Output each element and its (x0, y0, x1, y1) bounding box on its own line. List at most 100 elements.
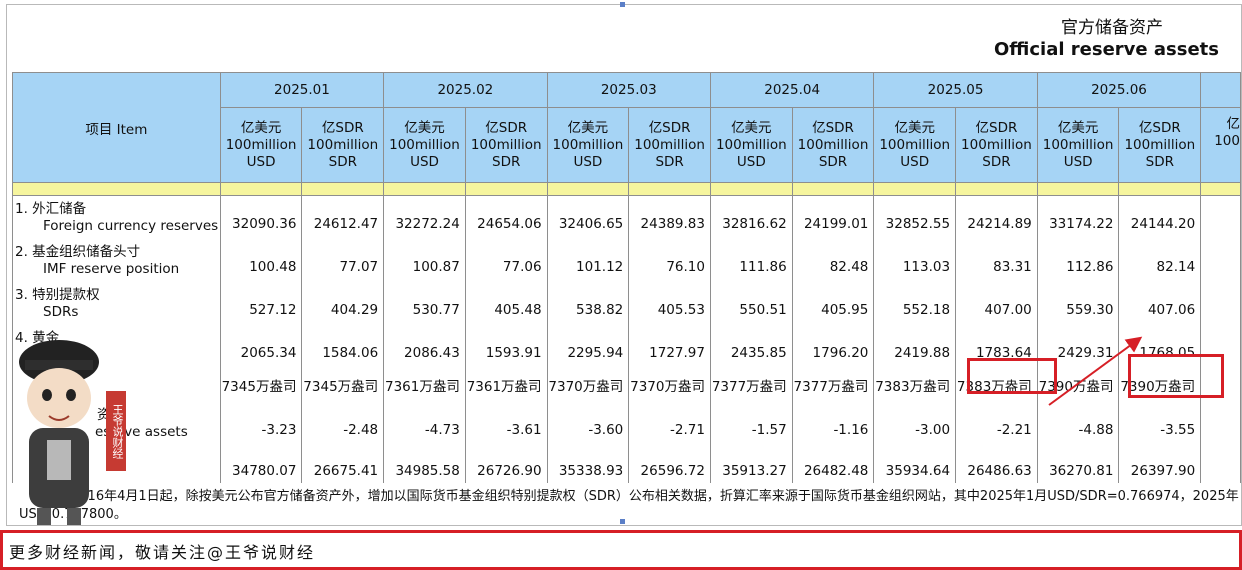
value-cell: 32090.36 (219, 195, 303, 239)
month-header-partial (1200, 72, 1241, 108)
value-cell: 407.00 (955, 281, 1038, 325)
band-cell (546, 182, 630, 196)
reserve-table: 项目 Item 2025.01 2025.02 2025.03 2025.04 2025.… (12, 72, 1241, 483)
month-header: 2025.03 (546, 72, 711, 108)
row-label-en: Foreign currency reserves (43, 218, 219, 234)
value-cell: 552.18 (873, 281, 957, 325)
band-cell (709, 182, 793, 196)
value-cell: 24612.47 (301, 195, 385, 239)
band-cell (1200, 182, 1241, 196)
month-header: 2025.01 (219, 72, 385, 108)
value-cell: 527.12 (219, 281, 303, 325)
value-cell: 82.14 (1118, 238, 1202, 282)
band-cell (791, 182, 875, 196)
value-cell: 7361万盎司 (383, 367, 466, 402)
band-cell (873, 182, 957, 196)
month-header: 2025.04 (709, 72, 875, 108)
value-cell: 7345万盎司 (301, 367, 385, 402)
value-cell: 24199.01 (791, 195, 875, 239)
value-cell: 1727.97 (628, 324, 711, 368)
value-cell: 24144.20 (1118, 195, 1202, 239)
value-cell: 24654.06 (464, 195, 548, 239)
row-label-en: SDRs (43, 303, 79, 320)
unit-line: 100million (797, 136, 869, 153)
unit-line: 亿美元 (404, 119, 445, 136)
value-cell: 2065.34 (219, 324, 303, 368)
value-cell: 26397.90 (1118, 444, 1202, 483)
unit-usd-header: 亿美元 100million USD (873, 107, 957, 183)
month-header: 2025.06 (1036, 72, 1202, 108)
value-cell: 7370万盎司 (546, 367, 630, 402)
unit-line: 100million (307, 136, 379, 153)
unit-line: 亿美元 (567, 119, 609, 136)
selection-handle-bottom[interactable] (620, 519, 625, 524)
unit-line: 亿SDR (1138, 119, 1181, 136)
band-cell (1118, 182, 1202, 196)
table-row: 3. 特别提款权 SDRs 527.12 404.29 530.77 405.48 538.… (12, 281, 1241, 325)
footnote-line-1: 2016年4月1日起，除按美元公布官方储备资产外，增加以国际货币基金组织特别提款… (71, 489, 1239, 504)
value-cell: 550.51 (709, 281, 793, 325)
unit-sdr-header: 亿SDR 100million SDR (628, 107, 711, 183)
value-cell: -4.73 (383, 401, 466, 445)
value-cell: 34985.58 (383, 444, 466, 483)
unit-line: 亿美元 (1057, 119, 1099, 136)
band-cell (383, 182, 466, 196)
band-cell (301, 182, 385, 196)
value-cell: 405.48 (464, 281, 548, 325)
value-cell: 1593.91 (464, 324, 548, 368)
value-cell: 2419.88 (873, 324, 957, 368)
unit-sdr-header: 亿SDR 100million SDR (791, 107, 875, 183)
value-cell: 559.30 (1036, 281, 1120, 325)
unit-line: 亿 (1226, 116, 1241, 132)
table-row: 2. 基金组织储备头寸 IMF reserve position 100.48 77.… (12, 238, 1241, 282)
unit-line: 亿美元 (731, 119, 772, 136)
value-cell: 538.82 (546, 281, 630, 325)
value-cell: 407.06 (1118, 281, 1202, 325)
value-cell: 83.31 (955, 238, 1038, 282)
value-cell: 35913.27 (709, 444, 793, 483)
unit-usd-header: 亿美元 100million USD (1036, 107, 1120, 183)
unit-line: USD (1063, 153, 1093, 170)
unit-line: SDR (982, 153, 1011, 170)
value-cell: 77.07 (301, 238, 385, 282)
value-cell: 2435.85 (709, 324, 793, 368)
value-cell: 26486.63 (955, 444, 1038, 483)
unit-line: 100million (634, 136, 705, 153)
unit-line: 100million (1042, 136, 1114, 153)
partial-cell (1200, 281, 1241, 325)
row-label: 1. 外汇储备 Foreign currency reserves (12, 195, 221, 239)
selection-handle-top[interactable] (620, 2, 625, 7)
band-cell (464, 182, 548, 196)
value-cell: 32852.55 (873, 195, 957, 239)
value-cell: 7345万盎司 (219, 367, 303, 402)
value-cell: 35338.93 (546, 444, 630, 483)
value-cell: 1796.20 (791, 324, 875, 368)
footer-banner: 更多财经新闻，敬请关注@王爷说财经 (0, 530, 1242, 570)
unit-line: USD (573, 153, 603, 170)
value-cell: 32816.62 (709, 195, 793, 239)
unit-line: USD (246, 153, 276, 170)
partial-cell (1200, 195, 1241, 239)
report-frame: 官方储备资产 Official reserve assets 项目 Item 20… (6, 4, 1242, 526)
value-cell: 7383万盎司 (873, 367, 957, 402)
table-row: 34780.07 26675.41 34985.58 26726.90 35338.93… (12, 444, 1241, 483)
unit-line: 100million (961, 136, 1032, 153)
value-cell: 82.48 (791, 238, 875, 282)
value-cell: 405.95 (791, 281, 875, 325)
unit-line: SDR (1145, 153, 1175, 170)
value-cell: 26726.90 (464, 444, 548, 483)
unit-line: 100million (470, 136, 542, 153)
unit-line: 100million (1124, 136, 1196, 153)
value-cell: -3.61 (464, 401, 548, 445)
band-cell (628, 182, 711, 196)
row-label: 3. 特别提款权 SDRs (12, 281, 221, 325)
value-cell: 100.87 (383, 238, 466, 282)
value-cell: 35934.64 (873, 444, 957, 483)
value-cell: 530.77 (383, 281, 466, 325)
unit-line: 100 (1214, 133, 1240, 149)
unit-line: 亿SDR (648, 119, 691, 136)
value-cell: 26482.48 (791, 444, 875, 483)
value-cell: 111.86 (709, 238, 793, 282)
value-cell: 26596.72 (628, 444, 711, 483)
unit-line: SDR (655, 153, 684, 170)
